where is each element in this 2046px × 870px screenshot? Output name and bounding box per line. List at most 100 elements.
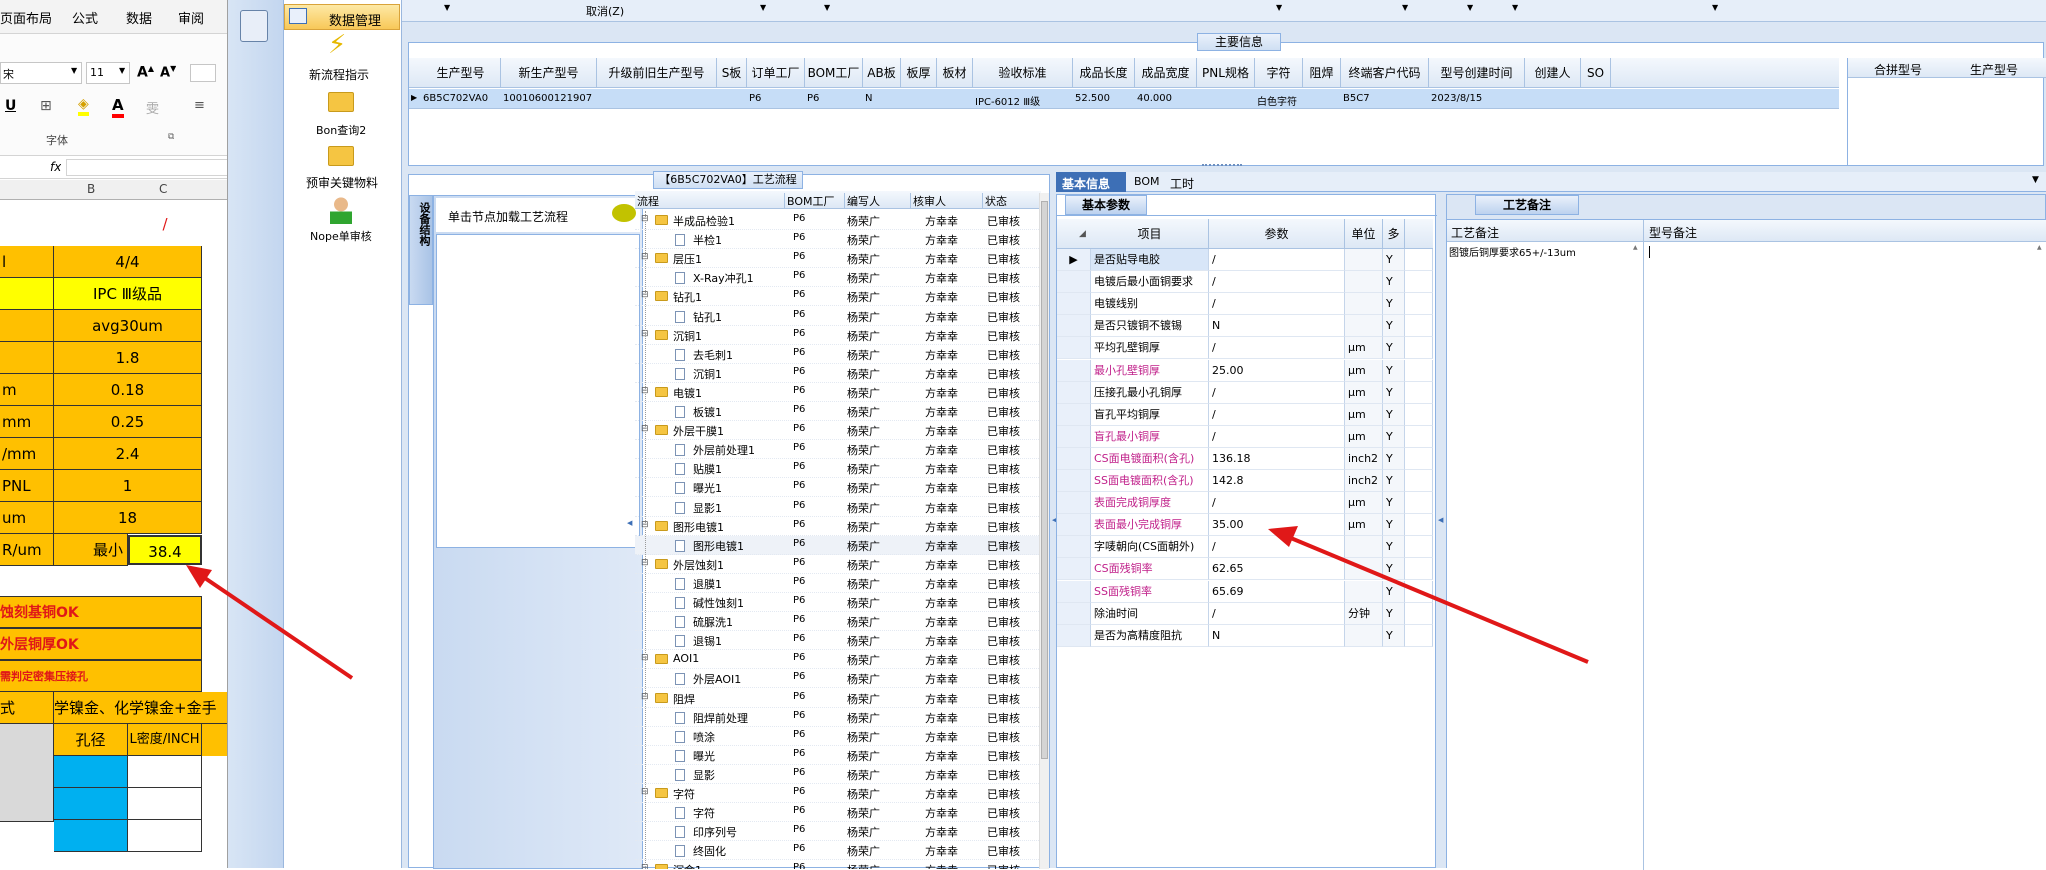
collapse-arrow-left[interactable]: ◀ <box>627 519 632 527</box>
tree-row[interactable]: X-Ray冲孔1 P6 杨荣广 方幸幸 已审核 <box>635 268 1041 288</box>
row-selector[interactable] <box>1057 337 1091 360</box>
excel-cell-blue[interactable] <box>54 788 128 820</box>
param-value[interactable]: / <box>1209 425 1345 448</box>
grow-font-icon[interactable]: A▲ <box>137 64 154 81</box>
nav-item-data-manage[interactable]: 数据管理 <box>284 4 400 30</box>
dialog-launcher-icon[interactable]: ⧉ <box>168 132 174 142</box>
col-header[interactable]: 订单工厂 <box>747 58 805 88</box>
col-header[interactable]: 成品长度 <box>1073 58 1135 88</box>
tree-row[interactable]: 显影1 P6 杨荣广 方幸幸 已审核 <box>635 498 1041 517</box>
tree-row[interactable]: 碱性蚀刻1 P6 杨荣广 方幸幸 已审核 <box>635 593 1041 612</box>
excel-cell-a[interactable] <box>0 310 54 342</box>
tree-row[interactable]: 钻孔1 P6 杨荣广 方幸幸 已审核 <box>635 307 1041 326</box>
splitter-handle[interactable] <box>1202 164 1242 168</box>
tree-row[interactable]: 半检1 P6 杨荣广 方幸幸 已审核 <box>635 230 1041 250</box>
row-selector[interactable] <box>1057 492 1091 515</box>
param-value[interactable]: N <box>1209 624 1345 647</box>
nav-item-bon-query[interactable]: Bon查询2 <box>284 88 400 137</box>
remark-scrollbar[interactable]: ▲ <box>1633 244 1641 268</box>
tree-row[interactable]: 硫脲洗1 P6 杨荣广 方幸幸 已审核 <box>635 612 1041 632</box>
tree-row[interactable]: ⊟ 阻焊 P6 杨荣广 方幸幸 已审核 <box>635 689 1041 708</box>
param-row[interactable]: SS面残铜率 65.69 Y <box>1057 580 1433 603</box>
tab-bom[interactable]: BOM <box>1134 175 1160 188</box>
excel-cell-b[interactable]: avg30um <box>54 310 202 342</box>
tree-row[interactable]: ⊟ 电镀1 P6 杨荣广 方幸幸 已审核 <box>635 383 1041 402</box>
param-value[interactable]: 65.69 <box>1209 580 1345 603</box>
nav-item-nope-review[interactable]: Nope单审核 <box>284 196 400 244</box>
excel-cell-hole[interactable]: 孔径 <box>54 724 128 756</box>
shrink-font-icon[interactable]: A▼ <box>160 64 176 80</box>
tab-hours[interactable]: 工时 <box>1170 175 1194 192</box>
col-header[interactable]: AB板 <box>863 58 901 88</box>
col-header[interactable]: 创建人 <box>1525 58 1581 88</box>
excel-cell-c[interactable]: 38.4 <box>128 535 202 565</box>
param-value[interactable]: 62.65 <box>1209 558 1345 581</box>
param-row[interactable]: 字唛朝向(CS面朝外) / Y <box>1057 536 1433 559</box>
ribbon-tab-review[interactable]: 审阅 <box>178 8 204 27</box>
row-selector[interactable] <box>1057 381 1091 404</box>
font-color-icon[interactable]: A <box>112 96 124 118</box>
tree-row[interactable]: 退锡1 P6 杨荣广 方幸幸 已审核 <box>635 631 1041 651</box>
main-info-row[interactable]: ▶ 6B5C702VA0 10010600121907 P6 P6 N IPC-6012 Ⅲ… <box>409 89 1839 109</box>
row-selector[interactable] <box>1057 403 1091 426</box>
param-value[interactable]: / <box>1209 381 1345 404</box>
fill-color-icon[interactable]: ◈ <box>78 96 89 116</box>
excel-note[interactable]: 蚀刻基铜OK <box>0 596 202 628</box>
col-header[interactable]: 型号创建时间 <box>1429 58 1525 88</box>
font-name-box[interactable]: 宋 ▼ <box>0 62 82 84</box>
tree-row[interactable]: ⊟ 钻孔1 P6 杨荣广 方幸幸 已审核 <box>635 287 1041 307</box>
tree-col-header[interactable]: BOM工厂 <box>787 193 845 209</box>
col-header[interactable]: 终端客户代码 <box>1341 58 1429 88</box>
toolbar-dropdown-3[interactable]: ▼ <box>824 3 830 12</box>
row-selector[interactable] <box>1057 359 1091 382</box>
param-row[interactable]: 除油时间 / 分钟 Y <box>1057 602 1433 625</box>
param-value[interactable]: / <box>1209 492 1345 515</box>
chevron-down-icon[interactable]: ▼ <box>2032 175 2039 185</box>
tree-col-header[interactable]: 编写人 <box>847 193 911 209</box>
excel-cell-method-a[interactable]: 式 <box>0 692 54 724</box>
excel-cell-blue[interactable] <box>54 756 128 788</box>
tree-row[interactable]: 图形电镀1 P6 杨荣广 方幸幸 已审核 <box>635 535 1041 555</box>
subtab-basic-params[interactable]: 基本参数 <box>1065 195 1147 215</box>
function-icon[interactable]: fx <box>50 160 61 174</box>
param-value[interactable]: / <box>1209 337 1345 360</box>
row-selector[interactable] <box>1057 447 1091 470</box>
excel-cell-b[interactable]: IPC Ⅲ级品 <box>54 278 202 310</box>
process-remark-text[interactable]: 图镀后铜厚要求65+/-13um <box>1449 244 1631 444</box>
tree-row[interactable]: 退膜1 P6 杨荣广 方幸幸 已审核 <box>635 574 1041 593</box>
nav-item-new-process[interactable]: ⚡ 新流程指示 <box>284 30 400 84</box>
tree-row[interactable]: 字符 P6 杨荣广 方幸幸 已审核 <box>635 803 1041 823</box>
tree-row[interactable]: ⊟ 字符 P6 杨荣广 方幸幸 已审核 <box>635 784 1041 803</box>
align-center-icon[interactable]: ≡ <box>194 98 205 113</box>
tree-row[interactable]: ⊟ 沉铜1 P6 杨荣广 方幸幸 已审核 <box>635 326 1041 345</box>
toolbar-dropdown-5[interactable]: ▼ <box>1402 3 1408 12</box>
col-header[interactable]: 板材 <box>937 58 973 88</box>
param-row[interactable]: 压接孔最小孔铜厚 / μm Y <box>1057 381 1433 404</box>
param-row[interactable]: SS面电镀面积(含孔) 142.8 inch2 Y <box>1057 470 1433 492</box>
tree-row[interactable]: 终固化 P6 杨荣广 方幸幸 已审核 <box>635 841 1041 861</box>
col-header-c[interactable]: C <box>159 182 167 196</box>
param-row[interactable]: CS面残铜率 62.65 Y <box>1057 558 1433 581</box>
row-selector[interactable] <box>1057 580 1091 603</box>
param-value[interactable]: 142.8 <box>1209 470 1345 492</box>
side-tab-equipment[interactable]: 设备结构 <box>409 195 433 305</box>
tree-row[interactable]: 贴膜1 P6 杨荣广 方幸幸 已审核 <box>635 459 1041 479</box>
excel-cell-empty[interactable] <box>128 756 202 788</box>
param-row[interactable]: 表面最小完成铜厚 35.00 μm Y <box>1057 514 1433 537</box>
excel-cell-method-b[interactable]: 学镍金、化学镍金+金手 <box>54 692 227 724</box>
param-row[interactable]: 最小孔壁铜厚 25.00 μm Y <box>1057 359 1433 382</box>
excel-cell-a[interactable] <box>0 342 54 374</box>
ribbon-tab-data[interactable]: 数据 <box>126 8 152 27</box>
param-value[interactable]: / <box>1209 249 1345 271</box>
row-selector[interactable] <box>1057 315 1091 338</box>
param-value[interactable]: 35.00 <box>1209 514 1345 537</box>
tree-row[interactable]: 板镀1 P6 杨荣广 方幸幸 已审核 <box>635 402 1041 421</box>
excel-cell-b[interactable]: 1 <box>54 470 202 502</box>
tree-row[interactable]: ⊟ 层压1 P6 杨荣广 方幸幸 已审核 <box>635 249 1041 269</box>
excel-cell-a[interactable] <box>0 202 54 246</box>
param-value[interactable]: 25.00 <box>1209 359 1345 382</box>
col-prod-model-2[interactable]: 生产型号 <box>1970 61 2018 78</box>
excel-cell-a[interactable]: /mm <box>0 438 54 470</box>
excel-cell-b[interactable]: 18 <box>54 502 202 534</box>
row-selector[interactable] <box>1057 602 1091 625</box>
